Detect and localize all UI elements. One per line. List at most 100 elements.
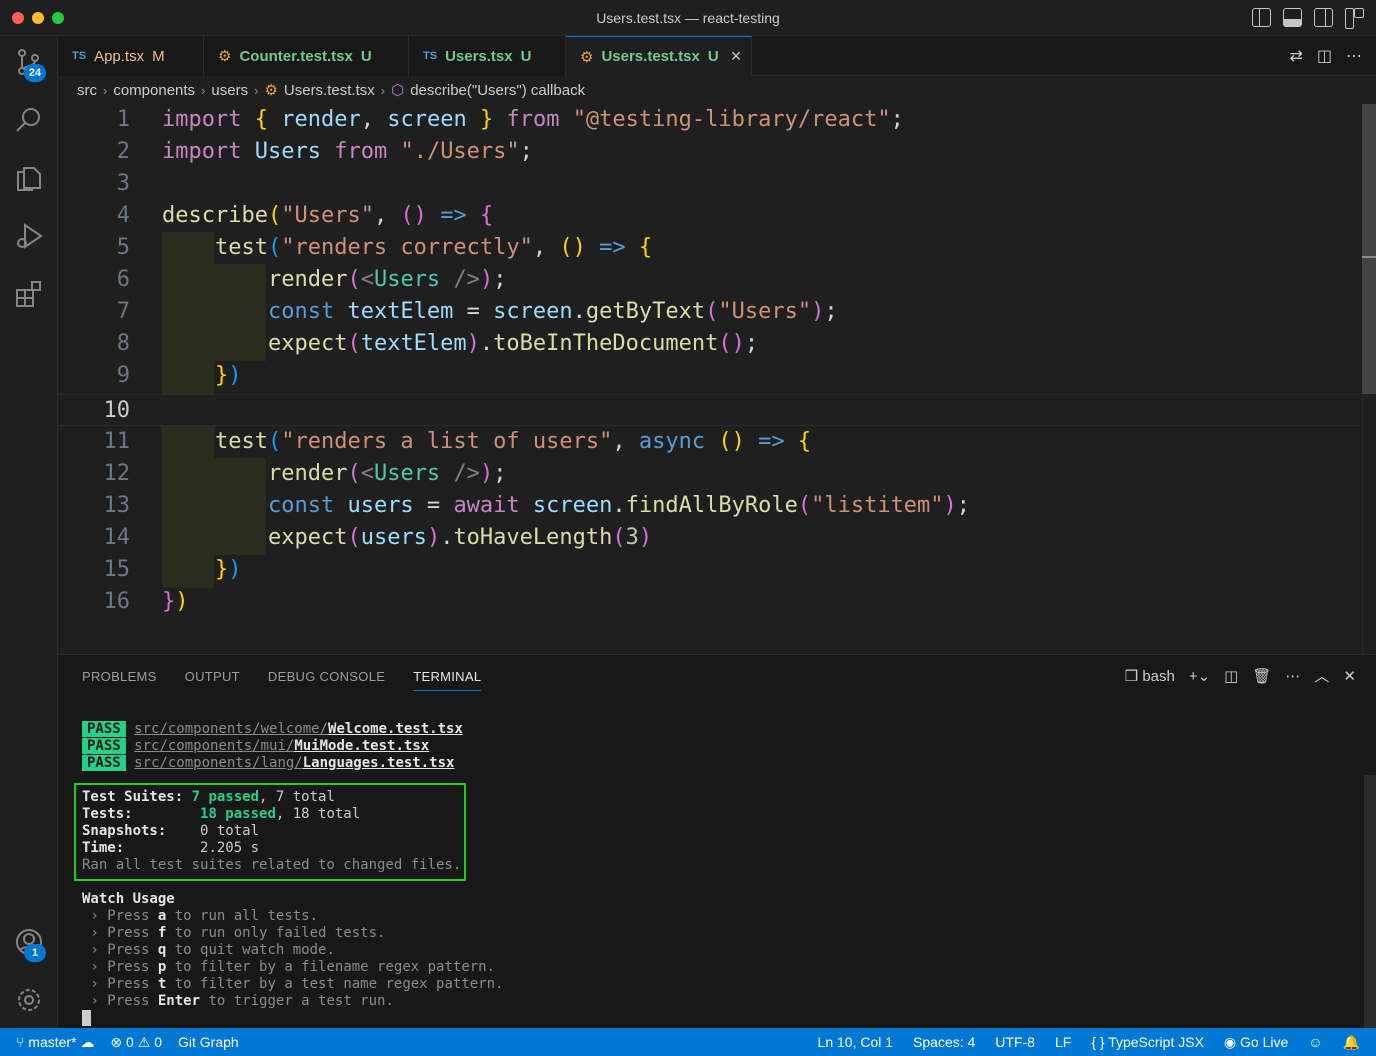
pass-badge: PASS (82, 721, 126, 737)
line-number: 5 (116, 235, 130, 260)
breadcrumb-item[interactable]: users (211, 82, 248, 99)
code-text: test("renders correctly", () => { (214, 235, 653, 260)
code-line: 16 }) (58, 586, 1360, 618)
terminal-shell-selector[interactable]: ❒ bash (1125, 667, 1175, 685)
run-debug-icon[interactable] (13, 220, 45, 252)
close-tab-icon[interactable]: × (731, 46, 742, 67)
go-live-label: Go Live (1240, 1033, 1289, 1050)
breadcrumb-item[interactable]: src (77, 82, 97, 99)
press-text: Press (107, 959, 158, 975)
tab-users-tsx[interactable]: TS Users.tsx U (409, 36, 566, 76)
end-of-line[interactable]: LF (1055, 1034, 1071, 1050)
terminal-line: › Press t to filter by a test name regex… (82, 976, 504, 992)
tab-status: U (520, 47, 532, 65)
line-number: 6 (116, 267, 130, 292)
code-text: render(<Users />); (267, 267, 507, 292)
chevron-right-icon: › (201, 82, 206, 98)
code-line: 3 (58, 168, 1360, 200)
open-changes-icon[interactable]: ⇄ (1289, 46, 1302, 66)
tab-terminal[interactable]: TERMINAL (413, 669, 482, 691)
terminal-icon: ❒ (1124, 667, 1139, 685)
broadcast-icon: ◉ (1223, 1033, 1237, 1050)
test-file-dir: src/components/welcome/ (134, 721, 329, 737)
typescript-icon: TS (72, 50, 87, 62)
customize-layout-icon[interactable] (1345, 8, 1364, 29)
shell-name: bash (1142, 667, 1175, 685)
tab-debug-console[interactable]: DEBUG CONSOLE (268, 669, 385, 691)
toggle-panel-icon[interactable] (1283, 8, 1302, 27)
git-graph-button[interactable]: Git Graph (178, 1034, 239, 1050)
split-editor-icon[interactable]: ◫ (1317, 46, 1332, 66)
problems-status[interactable]: ⊗ 0 ⚠ 0 (110, 1034, 162, 1051)
editor-actions: ⇄ ◫ ⋯ (1289, 46, 1362, 66)
current-code-line: 10 (58, 394, 1360, 426)
editor-scrollbar-thumb[interactable] (1362, 104, 1376, 394)
breadcrumb-item[interactable]: Users.test.tsx (284, 82, 375, 99)
terminal-line: PASS src/components/welcome/Welcome.test… (82, 721, 503, 738)
tab-label: App.tsx (94, 47, 145, 65)
error-count: 0 (126, 1033, 134, 1050)
feedback-icon[interactable]: ☺ (1308, 1034, 1322, 1050)
cursor-position[interactable]: Ln 10, Col 1 (818, 1034, 894, 1050)
status-bar: ⑂ master* ☁ ⊗ 0 ⚠ 0 Git Graph Ln 10, Col… (0, 1028, 1376, 1056)
test-file-dir: src/components/lang/ (134, 755, 303, 771)
editor-scrollbar[interactable] (1362, 104, 1376, 654)
press-text: Press (107, 925, 158, 941)
more-actions-icon[interactable]: ⋯ (1346, 46, 1362, 66)
extensions-icon[interactable] (13, 278, 45, 310)
tab-label: Counter.test.tsx (239, 47, 353, 65)
test-file-name: MuiMode.test.tsx (294, 738, 430, 754)
tab-problems[interactable]: PROBLEMS (82, 669, 157, 691)
warning-count: 0 (154, 1033, 162, 1050)
test-file-name: Languages.test.tsx (302, 755, 455, 771)
gear-icon[interactable] (13, 984, 45, 1016)
breadcrumb-item[interactable]: components (113, 82, 195, 99)
tab-status: M (152, 47, 165, 65)
branch-status[interactable]: ⑂ master* ☁ (16, 1034, 94, 1051)
line-number: 4 (116, 203, 130, 228)
indentation[interactable]: Spaces: 4 (913, 1034, 975, 1050)
more-actions-icon[interactable]: ⋯ (1285, 667, 1300, 685)
toggle-primary-sidebar-icon[interactable] (1252, 8, 1271, 27)
line-number: 13 (103, 493, 131, 518)
test-file-icon: ⚙ (264, 82, 278, 99)
split-terminal-icon[interactable]: ◫ (1224, 667, 1238, 685)
breadcrumb: src › components › users › ⚙ Users.test.… (58, 76, 1376, 104)
test-file-name: Welcome.test.tsx (328, 721, 463, 737)
code-line: 11 test("renders a list of users", async… (58, 426, 1360, 458)
terminal-output[interactable]: PASS src/components/welcome/Welcome.test… (74, 721, 504, 1027)
terminal-line: › Press a to run all tests. (82, 908, 319, 924)
code-text: import Users from "./Users"; (162, 139, 533, 164)
terminal-line: Watch Usage (82, 891, 175, 907)
line-number: 11 (103, 429, 131, 454)
test-file-dir: src/components/mui/ (134, 738, 295, 754)
tab-counter-test-tsx[interactable]: ⚙ Counter.test.tsx U (204, 36, 409, 76)
line-number: 1 (116, 107, 130, 132)
toggle-secondary-sidebar-icon[interactable] (1314, 8, 1333, 27)
chevron-right-icon: › (254, 82, 259, 98)
bell-icon[interactable]: 🔔 (1343, 1034, 1360, 1051)
terminal-line: PASS src/components/mui/MuiMode.test.tsx (82, 738, 503, 755)
encoding[interactable]: UTF-8 (995, 1034, 1035, 1050)
search-icon[interactable] (13, 104, 45, 136)
close-panel-icon[interactable]: ✕ (1343, 667, 1356, 685)
trash-icon[interactable]: 🗑 (1252, 667, 1271, 685)
language-mode[interactable]: { } TypeScript JSX (1091, 1034, 1204, 1050)
new-terminal-icon[interactable]: +⌄ (1189, 667, 1210, 685)
maximize-panel-icon[interactable]: ︿ (1314, 665, 1329, 686)
code-line: 8 expect(textElem).toBeInTheDocument(); (58, 328, 1360, 360)
line-number: 14 (103, 525, 131, 550)
breadcrumb-item[interactable]: describe("Users") callback (410, 82, 585, 99)
tab-users-test-tsx[interactable]: ⚙ Users.test.tsx U × (566, 36, 752, 76)
summary-highlight-box (74, 783, 466, 881)
tab-output[interactable]: OUTPUT (185, 669, 240, 691)
go-live-button[interactable]: ◉ Go Live (1224, 1034, 1288, 1051)
branch-name: master* (28, 1033, 77, 1050)
terminal-line: PASS src/components/lang/Languages.test.… (82, 755, 503, 772)
panel-actions: ❒ bash +⌄ ◫ 🗑 ⋯ ︿ ✕ (1125, 665, 1356, 686)
terminal-scrollbar[interactable] (1364, 775, 1376, 1029)
explorer-icon[interactable] (13, 162, 45, 194)
code-editor[interactable]: 1 import { render, screen } from "@testi… (58, 104, 1376, 654)
code-text: }) (214, 363, 242, 388)
tab-app-tsx[interactable]: TS App.tsx M (58, 36, 204, 76)
